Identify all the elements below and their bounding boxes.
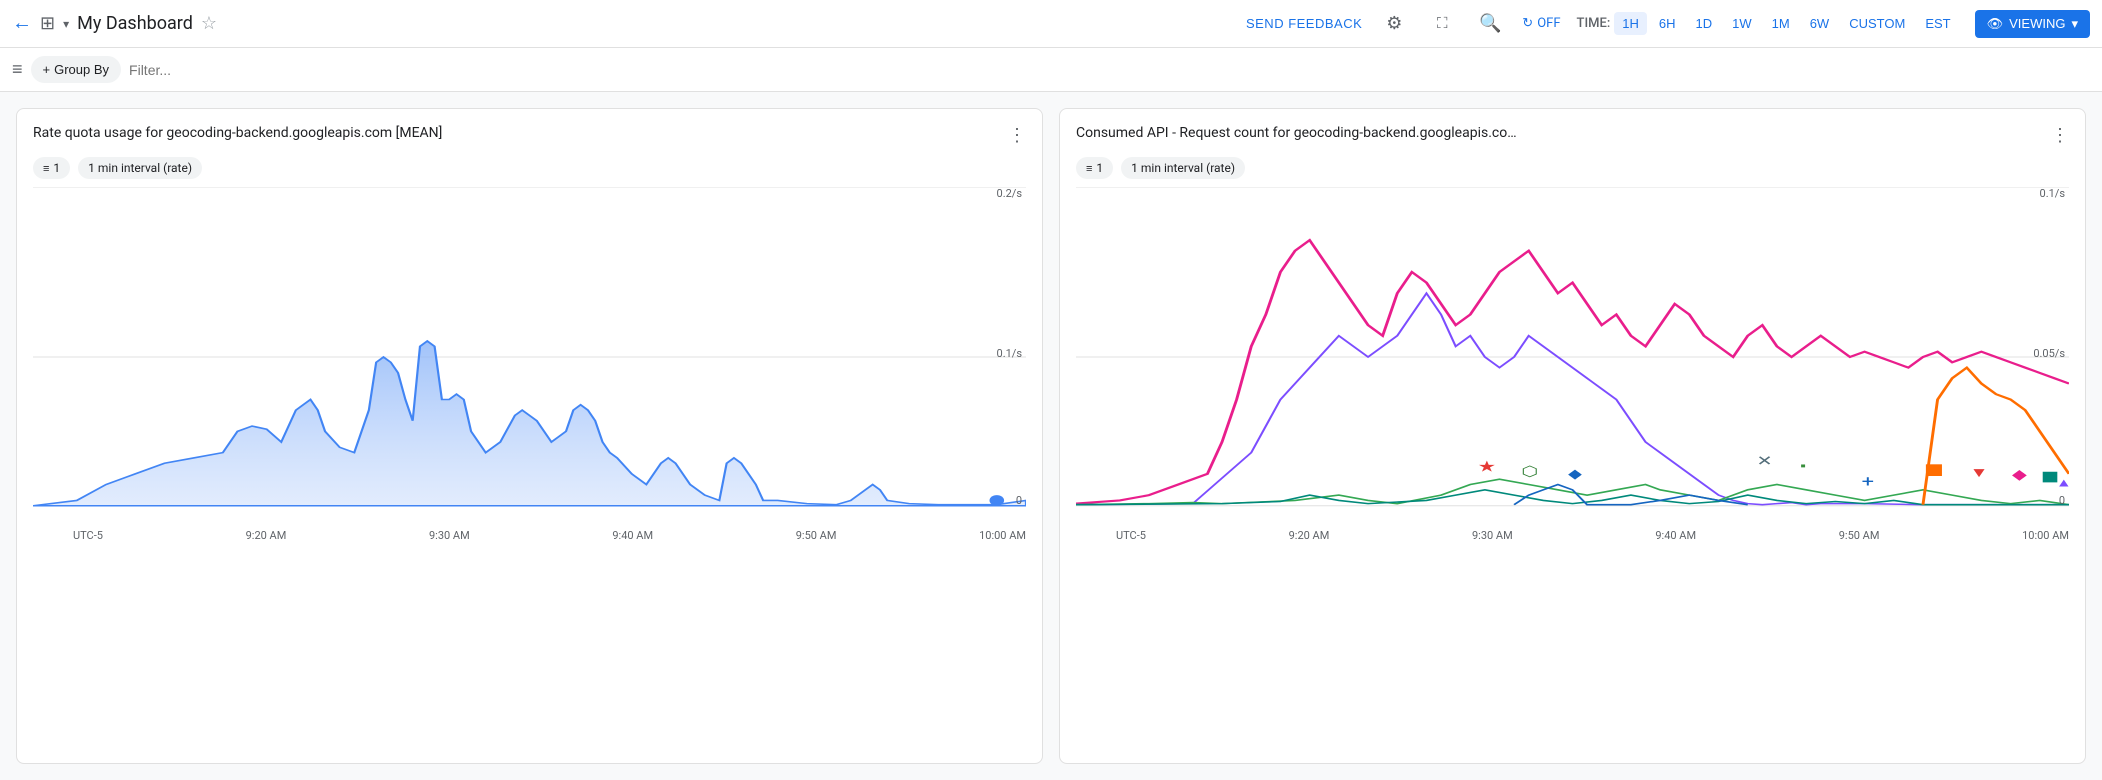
chart1-pill2-label: 1 min interval (rate) (88, 161, 192, 175)
chart-card-2: Consumed API - Request count for geocodi… (1059, 108, 2086, 764)
viewing-button[interactable]: 👁 VIEWING ▾ (1975, 10, 2090, 38)
chart1-x-3: 9:40 AM (612, 529, 653, 542)
chart2-x-2: 9:30 AM (1472, 529, 1513, 542)
group-by-button[interactable]: + Group By (31, 56, 122, 83)
chart1-header: Rate quota usage for geocoding-backend.g… (33, 125, 1026, 149)
fullscreen-icon[interactable]: ⛶ (1426, 8, 1458, 40)
chart1-x-0: UTC-5 (73, 529, 103, 542)
viewing-dropdown-icon: ▾ (2071, 16, 2078, 32)
chart2-area: 0.1/s 0.05/s 0 (1076, 187, 2069, 527)
chart2-x-0: UTC-5 (1116, 529, 1146, 542)
chart1-x-4: 9:50 AM (796, 529, 837, 542)
chart1-x-1: 9:20 AM (246, 529, 287, 542)
back-button[interactable]: ← (12, 12, 32, 35)
chart2-x-1: 9:20 AM (1289, 529, 1330, 542)
header-left: ← ⊞ ▾ My Dashboard ☆ (12, 12, 1238, 35)
svg-text:◆: ◆ (2012, 468, 2028, 484)
chart2-x-4: 9:50 AM (1839, 529, 1880, 542)
chart1-x-5: 10:00 AM (979, 529, 1026, 542)
chart-card-1: Rate quota usage for geocoding-backend.g… (16, 108, 1043, 764)
chart2-title: Consumed API - Request count for geocodi… (1076, 125, 1517, 141)
dashboard-icon[interactable]: ⊞ (40, 13, 55, 34)
chart1-pill1-label: 1 (53, 161, 60, 175)
header-center: SEND FEEDBACK ⚙ ⛶ 🔍 ↻ OFF TIME: 1H 6H 1D… (1246, 8, 2090, 40)
time-custom-button[interactable]: CUSTOM (1841, 12, 1913, 35)
chart2-x-5: 10:00 AM (2022, 529, 2069, 542)
chart1-y-top: 0.2/s (997, 187, 1022, 200)
time-1d-button[interactable]: 1D (1688, 12, 1721, 35)
chart2-x-labels: UTC-5 9:20 AM 9:30 AM 9:40 AM 9:50 AM 10… (1076, 527, 2069, 542)
svg-text:✕: ✕ (1756, 454, 1772, 470)
svg-text:▪: ▪ (1800, 460, 1806, 473)
chart2-y-top: 0.1/s (2040, 187, 2065, 200)
time-1m-button[interactable]: 1M (1764, 12, 1798, 35)
time-section: TIME: 1H 6H 1D 1W 1M 6W CUSTOM EST (1577, 12, 1959, 35)
main-content: Rate quota usage for geocoding-backend.g… (0, 92, 2102, 780)
chart1-filter-pill[interactable]: ≡ 1 (33, 157, 70, 179)
header: ← ⊞ ▾ My Dashboard ☆ SEND FEEDBACK ⚙ ⛶ 🔍… (0, 0, 2102, 48)
chart1-svg (33, 187, 1026, 527)
chart2-filter-pill[interactable]: ≡ 1 (1076, 157, 1113, 179)
time-6h-button[interactable]: 6H (1651, 12, 1684, 35)
chart1-x-labels: UTC-5 9:20 AM 9:30 AM 9:40 AM 9:50 AM 10… (33, 527, 1026, 542)
toolbar: ≡ + Group By (0, 48, 2102, 92)
viewing-label: VIEWING (2009, 16, 2065, 31)
settings-icon[interactable]: ⚙ (1378, 8, 1410, 40)
search-icon[interactable]: 🔍 (1474, 8, 1506, 40)
chart1-y-mid: 0.1/s (997, 347, 1022, 360)
chart2-pill1-label: 1 (1096, 161, 1103, 175)
refresh-icon: ↻ (1522, 16, 1533, 31)
plus-icon: + (43, 62, 51, 77)
chart2-y-mid: 0.05/s (2033, 347, 2065, 360)
filter-input[interactable] (129, 62, 2090, 78)
chart1-pills: ≡ 1 1 min interval (rate) (33, 157, 1026, 179)
svg-text:★: ★ (1478, 458, 1496, 475)
chart2-x-3: 9:40 AM (1655, 529, 1696, 542)
chart2-header: Consumed API - Request count for geocodi… (1076, 125, 2069, 149)
chart2-pills: ≡ 1 1 min interval (rate) (1076, 157, 2069, 179)
refresh-label: OFF (1537, 16, 1560, 31)
time-1w-button[interactable]: 1W (1724, 12, 1760, 35)
chart2-svg: ★ ⬡ ◆ ✕ ▪ + ▼ ◆ ▲ (1076, 187, 2069, 527)
chart1-more-button[interactable]: ⋮ (1008, 125, 1026, 146)
chart2-pill2-label: 1 min interval (rate) (1131, 161, 1235, 175)
page-title: My Dashboard (77, 13, 193, 34)
timezone-button[interactable]: EST (1917, 12, 1958, 35)
svg-text:+: + (1862, 472, 1875, 491)
chart1-y-bot: 0 (1016, 494, 1022, 507)
dropdown-arrow-icon[interactable]: ▾ (63, 17, 69, 31)
time-1h-button[interactable]: 1H (1614, 12, 1647, 35)
menu-icon[interactable]: ≡ (12, 59, 23, 80)
svg-text:⬡: ⬡ (1521, 464, 1538, 480)
send-feedback-button[interactable]: SEND FEEDBACK (1246, 16, 1362, 31)
group-by-label: Group By (54, 62, 109, 77)
svg-text:▼: ▼ (1970, 465, 1989, 481)
chart2-more-button[interactable]: ⋮ (2051, 125, 2069, 146)
chart2-y-bot: 0 (2059, 494, 2065, 507)
chart1-area: 0.2/s 0.1/s 0 (33, 187, 1026, 527)
chart1-title: Rate quota usage for geocoding-backend.g… (33, 125, 442, 141)
star-icon[interactable]: ☆ (201, 13, 217, 34)
chart2-interval-pill[interactable]: 1 min interval (rate) (1121, 157, 1245, 179)
svg-text:▲: ▲ (2056, 477, 2069, 490)
chart1-x-2: 9:30 AM (429, 529, 470, 542)
time-label: TIME: (1577, 16, 1611, 31)
auto-refresh[interactable]: ↻ OFF (1522, 16, 1560, 31)
filter-icon: ≡ (43, 162, 49, 175)
filter-icon-2: ≡ (1086, 162, 1092, 175)
svg-text:◆: ◆ (1568, 466, 1582, 481)
eye-icon: 👁 (1987, 16, 2004, 32)
chart1-interval-pill[interactable]: 1 min interval (rate) (78, 157, 202, 179)
time-6w-button[interactable]: 6W (1802, 12, 1838, 35)
